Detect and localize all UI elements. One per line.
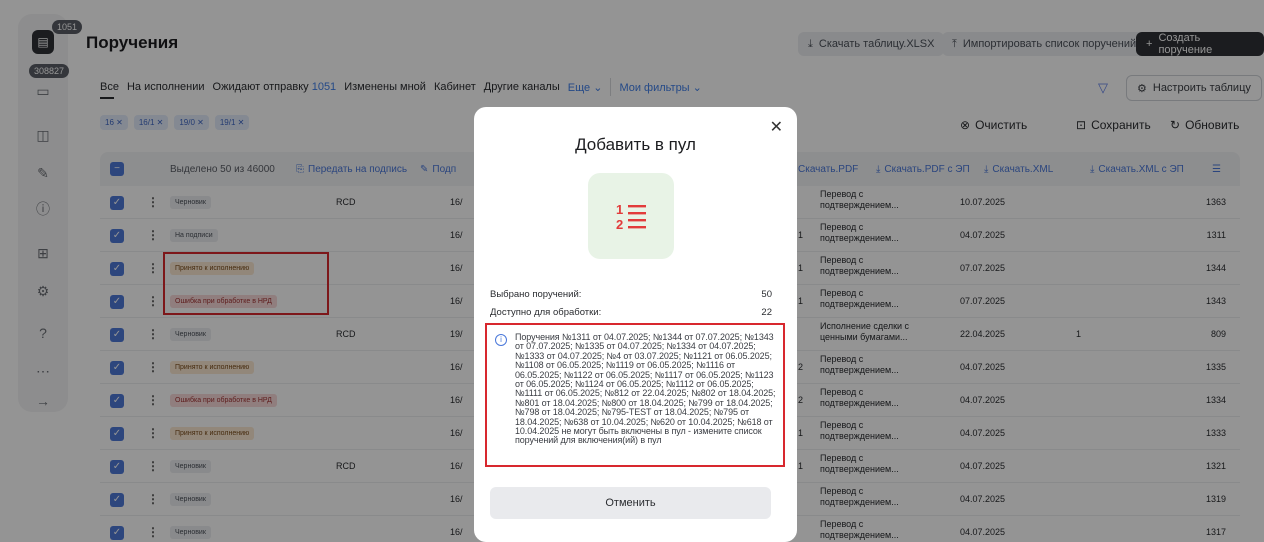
add-to-pool-dialog: ✕ Добавить в пул 1 2 Выбрано поручений: … bbox=[474, 107, 797, 542]
info-icon: i bbox=[495, 334, 507, 346]
available-label: Доступно для обработки: bbox=[490, 307, 602, 318]
svg-text:1: 1 bbox=[616, 202, 623, 217]
selected-stat: Выбрано поручений: 50 bbox=[490, 289, 772, 300]
app-root: ▤ 1051 308827 ▭ ◫ ✎ ⓘ ⊞ ⚙ ? ⋯ → Поручени… bbox=[0, 0, 1264, 542]
warning-text: Поручения №1311 от 04.07.2025; №1344 от … bbox=[515, 332, 776, 446]
available-stat: Доступно для обработки: 22 bbox=[490, 307, 772, 318]
svg-text:2: 2 bbox=[616, 217, 623, 231]
close-icon[interactable]: ✕ bbox=[770, 117, 783, 137]
cancel-button[interactable]: Отменить bbox=[490, 487, 771, 519]
warning-message: i Поручения №1311 от 04.07.2025; №1344 о… bbox=[485, 323, 785, 467]
selected-label: Выбрано поручений: bbox=[490, 289, 582, 300]
available-value: 22 bbox=[761, 307, 772, 318]
selected-value: 50 bbox=[761, 289, 772, 300]
numbered-list-icon: 1 2 bbox=[588, 173, 674, 259]
dialog-title: Добавить в пул bbox=[575, 135, 696, 154]
